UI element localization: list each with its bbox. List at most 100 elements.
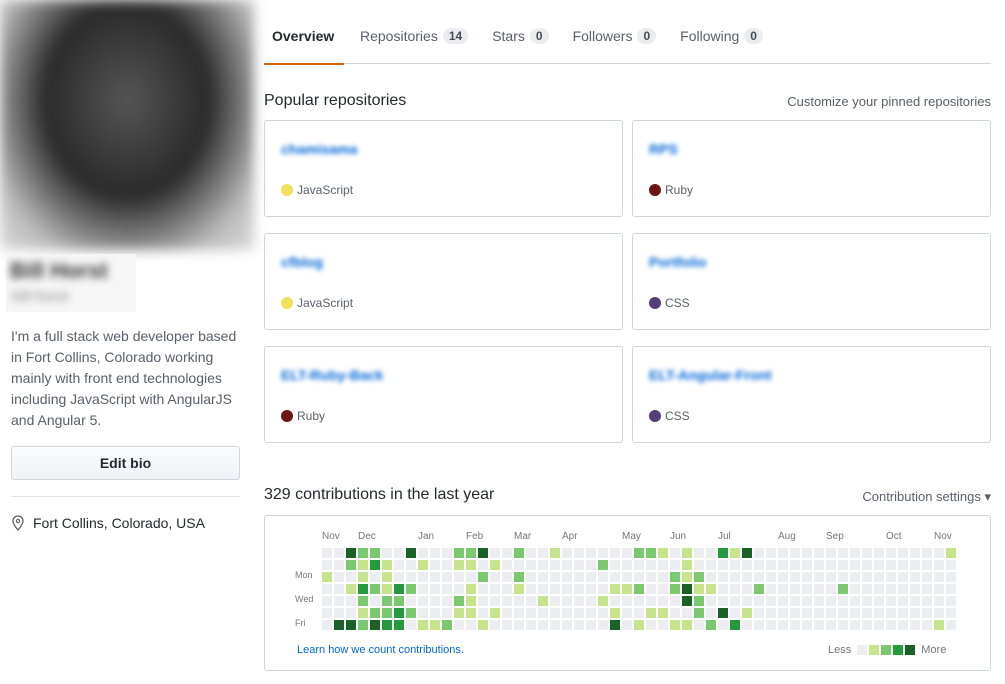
- contribution-day[interactable]: [574, 584, 584, 594]
- contribution-day[interactable]: [658, 584, 668, 594]
- contribution-day[interactable]: [502, 596, 512, 606]
- contribution-day[interactable]: [766, 620, 776, 630]
- contribution-day[interactable]: [682, 584, 692, 594]
- contribution-day[interactable]: [550, 572, 560, 582]
- contribution-day[interactable]: [622, 596, 632, 606]
- contribution-day[interactable]: [526, 584, 536, 594]
- contribution-day[interactable]: [910, 572, 920, 582]
- contribution-day[interactable]: [754, 620, 764, 630]
- contribution-day[interactable]: [838, 560, 848, 570]
- contribution-day[interactable]: [538, 548, 548, 558]
- contribution-day[interactable]: [802, 584, 812, 594]
- contribution-day[interactable]: [406, 584, 416, 594]
- contribution-day[interactable]: [406, 572, 416, 582]
- contribution-day[interactable]: [574, 560, 584, 570]
- contribution-day[interactable]: [358, 548, 368, 558]
- contribution-day[interactable]: [382, 620, 392, 630]
- contribution-day[interactable]: [778, 548, 788, 558]
- contribution-day[interactable]: [514, 620, 524, 630]
- contribution-day[interactable]: [334, 572, 344, 582]
- contribution-day[interactable]: [322, 560, 332, 570]
- contribution-day[interactable]: [838, 596, 848, 606]
- contribution-day[interactable]: [874, 620, 884, 630]
- contribution-day[interactable]: [658, 620, 668, 630]
- contribution-day[interactable]: [646, 548, 656, 558]
- contribution-day[interactable]: [598, 548, 608, 558]
- contribution-day[interactable]: [670, 608, 680, 618]
- contribution-day[interactable]: [910, 620, 920, 630]
- contribution-day[interactable]: [814, 548, 824, 558]
- contribution-day[interactable]: [850, 596, 860, 606]
- contribution-day[interactable]: [682, 548, 692, 558]
- contribution-day[interactable]: [538, 620, 548, 630]
- learn-contributions-link[interactable]: Learn how we count contributions.: [297, 644, 464, 656]
- contribution-day[interactable]: [694, 608, 704, 618]
- contribution-day[interactable]: [694, 596, 704, 606]
- contribution-day[interactable]: [718, 560, 728, 570]
- contribution-day[interactable]: [442, 572, 452, 582]
- contribution-day[interactable]: [670, 560, 680, 570]
- contribution-day[interactable]: [466, 548, 476, 558]
- contribution-day[interactable]: [514, 548, 524, 558]
- contribution-day[interactable]: [502, 548, 512, 558]
- contribution-day[interactable]: [598, 608, 608, 618]
- contribution-day[interactable]: [394, 572, 404, 582]
- contribution-day[interactable]: [418, 560, 428, 570]
- contribution-day[interactable]: [370, 620, 380, 630]
- contribution-day[interactable]: [838, 608, 848, 618]
- contribution-day[interactable]: [850, 560, 860, 570]
- contribution-day[interactable]: [682, 596, 692, 606]
- contribution-day[interactable]: [826, 572, 836, 582]
- contribution-day[interactable]: [358, 596, 368, 606]
- contribution-day[interactable]: [418, 620, 428, 630]
- contribution-day[interactable]: [814, 596, 824, 606]
- contribution-day[interactable]: [622, 584, 632, 594]
- contribution-day[interactable]: [730, 608, 740, 618]
- contribution-day[interactable]: [694, 548, 704, 558]
- contribution-day[interactable]: [430, 596, 440, 606]
- contribution-day[interactable]: [658, 596, 668, 606]
- contribution-day[interactable]: [550, 584, 560, 594]
- contribution-day[interactable]: [586, 596, 596, 606]
- contribution-day[interactable]: [718, 608, 728, 618]
- contribution-day[interactable]: [886, 560, 896, 570]
- contribution-day[interactable]: [490, 560, 500, 570]
- contribution-day[interactable]: [682, 560, 692, 570]
- contribution-day[interactable]: [814, 608, 824, 618]
- contribution-day[interactable]: [442, 584, 452, 594]
- contribution-day[interactable]: [430, 560, 440, 570]
- contribution-day[interactable]: [778, 608, 788, 618]
- contribution-day[interactable]: [574, 608, 584, 618]
- contribution-day[interactable]: [682, 608, 692, 618]
- contribution-day[interactable]: [334, 596, 344, 606]
- contribution-day[interactable]: [706, 596, 716, 606]
- contribution-day[interactable]: [490, 608, 500, 618]
- contribution-day[interactable]: [574, 596, 584, 606]
- contribution-day[interactable]: [886, 572, 896, 582]
- contribution-day[interactable]: [718, 620, 728, 630]
- contribution-day[interactable]: [526, 572, 536, 582]
- contribution-day[interactable]: [742, 620, 752, 630]
- contribution-day[interactable]: [358, 608, 368, 618]
- contribution-day[interactable]: [346, 584, 356, 594]
- contribution-day[interactable]: [778, 620, 788, 630]
- contribution-day[interactable]: [802, 560, 812, 570]
- contribution-day[interactable]: [322, 596, 332, 606]
- contribution-day[interactable]: [370, 572, 380, 582]
- contribution-day[interactable]: [586, 560, 596, 570]
- contribution-day[interactable]: [418, 584, 428, 594]
- contribution-day[interactable]: [946, 548, 956, 558]
- contribution-day[interactable]: [766, 584, 776, 594]
- contribution-day[interactable]: [490, 548, 500, 558]
- contribution-day[interactable]: [418, 596, 428, 606]
- contribution-day[interactable]: [706, 560, 716, 570]
- contribution-day[interactable]: [922, 548, 932, 558]
- contribution-day[interactable]: [850, 548, 860, 558]
- contribution-day[interactable]: [562, 608, 572, 618]
- contribution-day[interactable]: [574, 572, 584, 582]
- contribution-day[interactable]: [874, 572, 884, 582]
- contribution-day[interactable]: [790, 608, 800, 618]
- contribution-day[interactable]: [574, 548, 584, 558]
- contribution-day[interactable]: [322, 548, 332, 558]
- contribution-day[interactable]: [778, 560, 788, 570]
